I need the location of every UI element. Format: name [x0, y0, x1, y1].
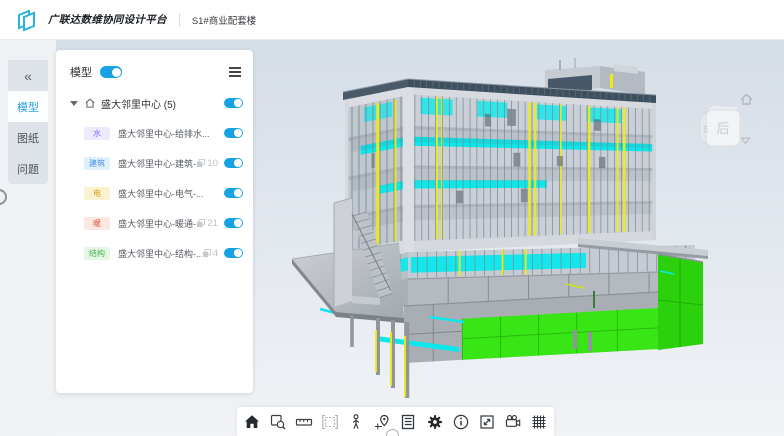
app-title: 广联达数维协同设计平台: [48, 12, 167, 27]
record-camera-icon: [504, 413, 522, 431]
tree-row-structure[interactable]: 结构 盛大邻里中心-结构-... 4: [70, 238, 243, 268]
view-options-chevron-icon[interactable]: [739, 135, 752, 146]
toolbar-peek-circle[interactable]: [386, 429, 399, 436]
version-count: 10: [196, 158, 218, 169]
layer-toggle[interactable]: [224, 158, 243, 168]
tree-row-electrical[interactable]: 电 盛大邻里中心-电气-...: [70, 178, 243, 208]
layer-toggle[interactable]: [224, 248, 243, 258]
app-header: 广联达数维协同设计平台 S1#商业配套楼: [0, 0, 784, 40]
info-button[interactable]: [450, 411, 472, 433]
discipline-badge: 水: [84, 127, 110, 140]
model-tree-panel: 模型 盛大邻里中心 (5) 水 盛大邻里中心-给排水... 建筑 盛大邻里中心-…: [56, 50, 253, 393]
settings-gear-icon: [426, 413, 444, 431]
root-toggle[interactable]: [224, 98, 243, 108]
tree-item-label: 盛大邻里中心-暖通-...: [118, 217, 196, 230]
settings-button[interactable]: [424, 411, 446, 433]
section-box-icon: [321, 413, 339, 431]
record-button[interactable]: [502, 411, 524, 433]
discipline-badge: 结构: [84, 247, 110, 260]
header-divider: [179, 13, 180, 27]
version-count: 4: [202, 248, 218, 259]
tab-drawings[interactable]: 图纸: [8, 122, 48, 153]
tree-item-label: 盛大邻里中心-电气-...: [118, 187, 224, 200]
version-count-icon: [196, 219, 205, 228]
panel-title: 模型: [70, 64, 92, 80]
tree-item-label: 盛大邻里中心-结构-...: [118, 247, 202, 260]
home-button[interactable]: [241, 411, 263, 433]
app-window: 广联达数维协同设计平台 S1#商业配套楼 « 模型 图纸 问题 模型 盛大邻里中…: [0, 0, 784, 436]
version-count-icon: [202, 249, 211, 258]
cube-face-right-label: 右: [703, 123, 708, 134]
tree-item-label: 盛大邻里中心-建筑-...: [118, 157, 196, 170]
project-name: S1#商业配套楼: [192, 13, 256, 27]
fullscreen-button[interactable]: [476, 411, 498, 433]
measure-button[interactable]: [293, 411, 315, 433]
tree-row-architecture[interactable]: 建筑 盛大邻里中心-建筑-... 10: [70, 148, 243, 178]
tree-item-label: 盛大邻里中心-给排水...: [118, 127, 224, 140]
tree-row-hvac[interactable]: 暖 盛大邻里中心-暖通-... 21: [70, 208, 243, 238]
issue-list-icon: [399, 413, 417, 431]
discipline-badge: 电: [84, 187, 110, 200]
version-count-icon: [196, 159, 205, 168]
box-zoom-button[interactable]: [267, 411, 289, 433]
view-home-button[interactable]: [738, 91, 755, 108]
tab-issues[interactable]: 问题: [8, 153, 48, 184]
fullscreen-icon: [478, 413, 496, 431]
tab-model[interactable]: 模型: [8, 91, 48, 122]
discipline-badge: 建筑: [84, 157, 110, 170]
section-box-button[interactable]: [319, 411, 341, 433]
grid-button[interactable]: [528, 411, 550, 433]
layer-toggle[interactable]: [224, 188, 243, 198]
panel-menu-button[interactable]: [227, 65, 243, 78]
collapse-panel-button[interactable]: «: [8, 60, 48, 91]
info-icon: [452, 413, 470, 431]
version-count: 21: [196, 218, 218, 229]
issue-list-button[interactable]: [397, 411, 419, 433]
building-icon: [84, 97, 96, 109]
viewpoint-pin-icon: [373, 413, 391, 431]
layer-toggle[interactable]: [224, 128, 243, 138]
grid-icon: [530, 413, 548, 431]
box-zoom-icon: [269, 413, 287, 431]
model-visibility-toggle[interactable]: [100, 66, 122, 78]
left-rail: « 模型 图纸 问题: [0, 40, 56, 436]
collapse-arrow-icon[interactable]: [70, 101, 78, 106]
measure-icon: [295, 413, 313, 431]
tree-row-plumbing[interactable]: 水 盛大邻里中心-给排水...: [70, 118, 243, 148]
walk-mode-button[interactable]: [345, 411, 367, 433]
home-icon: [243, 413, 261, 431]
cube-face-back-label: 后: [716, 121, 729, 136]
tree-root-row[interactable]: 盛大邻里中心 (5): [70, 88, 243, 118]
discipline-badge: 暖: [84, 217, 110, 230]
tree-root-label: 盛大邻里中心 (5): [101, 96, 176, 111]
glodon-logo-icon: [14, 7, 40, 33]
walk-mode-icon: [347, 413, 365, 431]
layer-toggle[interactable]: [224, 218, 243, 228]
